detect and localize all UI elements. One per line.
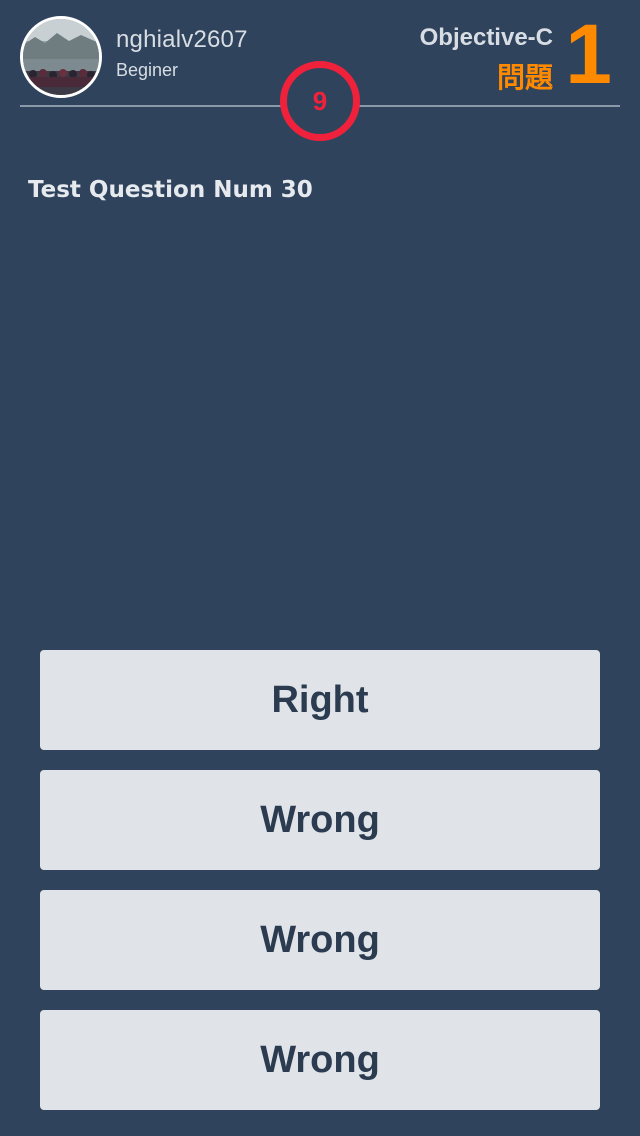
question-label: 問題 <box>496 62 553 93</box>
avatar[interactable] <box>20 16 102 98</box>
answer-button-2[interactable]: Wrong <box>40 770 600 870</box>
answer-button-1[interactable]: Right <box>40 650 600 750</box>
timer-value: 9 <box>312 85 328 116</box>
quiz-category: Objective-C <box>419 24 553 51</box>
question-number: 1 <box>565 7 612 101</box>
countdown-timer: 9 <box>280 61 360 141</box>
answer-button-4[interactable]: Wrong <box>40 1010 600 1110</box>
avatar-photo <box>23 19 99 95</box>
question-text: Test Question Num 30 <box>28 177 313 203</box>
username: nghialv2607 <box>116 26 248 53</box>
answer-button-3[interactable]: Wrong <box>40 890 600 990</box>
user-level: Beginer <box>116 60 179 80</box>
answer-list: Right Wrong Wrong Wrong <box>40 650 600 1130</box>
